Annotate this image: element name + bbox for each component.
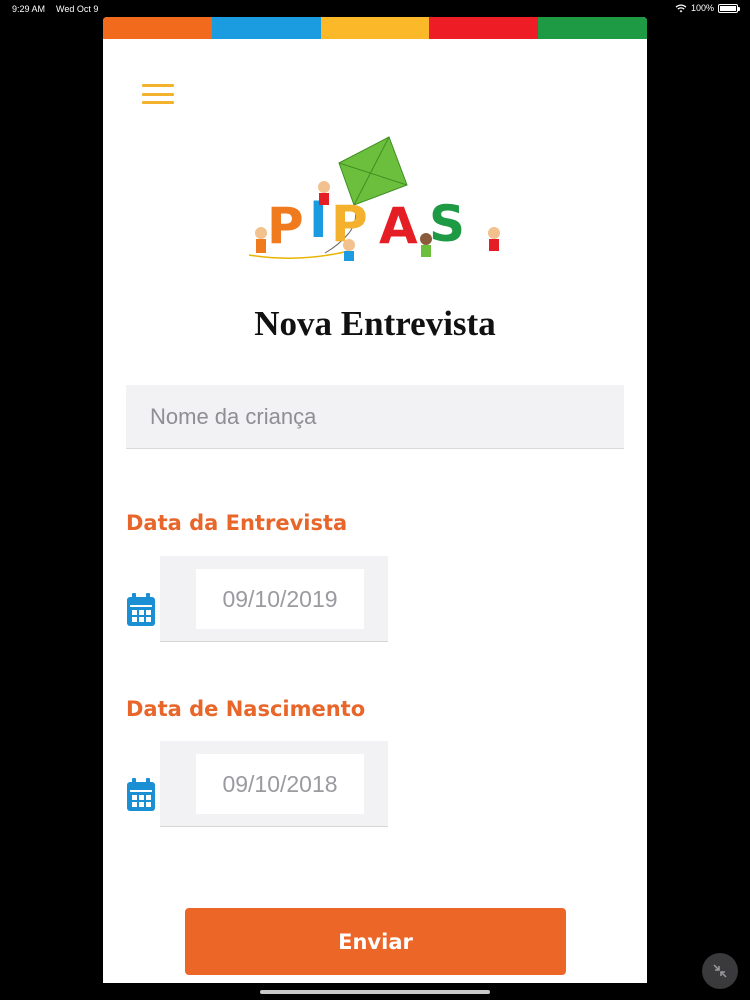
page-title: Nova Entrevista — [254, 304, 496, 343]
calendar-icon[interactable] — [125, 592, 157, 628]
birth-date-label: Data de Nascimento — [126, 697, 366, 721]
pipas-logo: P I P A S — [248, 136, 500, 261]
app-screen: P I P A S Nova Entrevista Data da Entrev… — [103, 17, 647, 983]
hamburger-menu-icon[interactable] — [141, 81, 175, 107]
calendar-icon[interactable] — [125, 777, 157, 813]
interview-date-field[interactable]: 09/10/2019 — [196, 569, 364, 629]
strip-green — [538, 17, 647, 39]
battery-percent: 100% — [690, 3, 714, 13]
status-date: Wed Oct 9 — [56, 4, 99, 14]
collapse-arrows-glyph — [713, 964, 727, 978]
strip-blue — [211, 17, 321, 39]
svg-text:A: A — [379, 197, 418, 255]
collapse-arrows-icon[interactable] — [702, 953, 738, 989]
wifi-icon — [675, 3, 687, 12]
color-strip — [103, 17, 647, 39]
battery-fill — [720, 5, 736, 11]
birth-date-container: 09/10/2018 — [160, 741, 388, 827]
status-right: 100% — [675, 3, 740, 13]
svg-text:S: S — [429, 195, 465, 253]
strip-red — [429, 17, 539, 39]
strip-yellow — [320, 17, 430, 39]
svg-text:P: P — [267, 197, 304, 255]
submit-button[interactable]: Enviar — [185, 908, 566, 975]
home-indicator[interactable] — [260, 990, 490, 994]
interview-date-label: Data da Entrevista — [126, 511, 348, 535]
interview-date-container: 09/10/2019 — [160, 556, 388, 642]
birth-date-field[interactable]: 09/10/2018 — [196, 754, 364, 814]
battery-icon — [718, 3, 740, 13]
strip-orange — [103, 17, 212, 39]
child-name-input[interactable] — [126, 385, 624, 449]
status-time: 9:29 AM — [12, 4, 46, 14]
status-bar: 9:29 AM Wed Oct 9 100% — [0, 0, 750, 18]
